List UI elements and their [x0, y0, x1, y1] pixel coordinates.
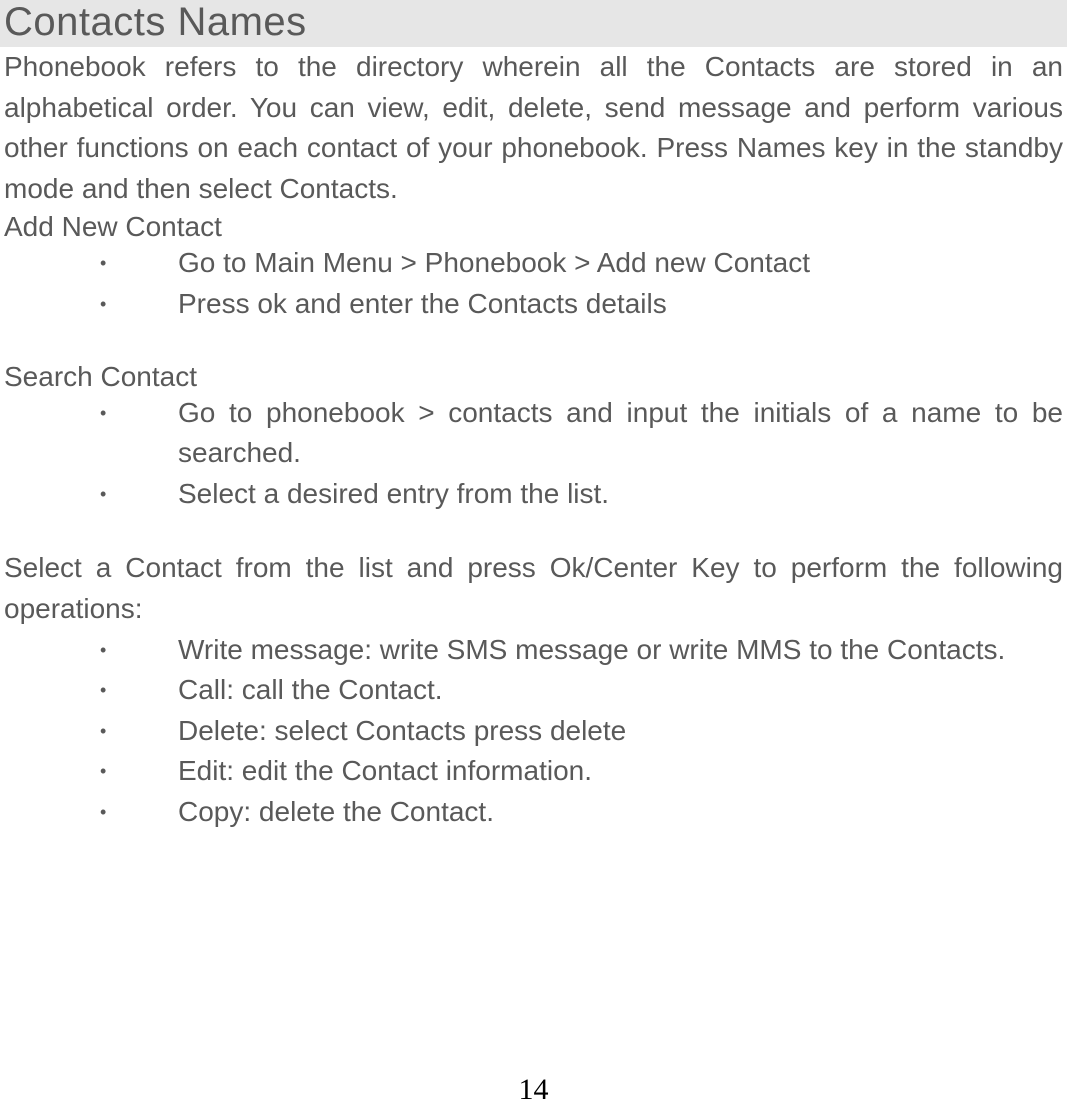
page-number: 14: [0, 1073, 1067, 1107]
list-item: Copy: delete the Contact.: [0, 792, 1063, 833]
operation-text: call the Contact.: [234, 674, 443, 705]
list-item: Press ok and enter the Contacts details: [0, 284, 1063, 325]
title-block: Contacts Names: [0, 0, 1067, 47]
document-page: Contacts Names Phonebook refers to the d…: [0, 0, 1067, 1117]
list-operations: Write message: write SMS message or writ…: [0, 630, 1067, 833]
intro-paragraph: Phonebook refers to the directory wherei…: [0, 47, 1067, 209]
operation-text: delete the Contact.: [251, 796, 494, 827]
list-item: Call: call the Contact.: [0, 670, 1063, 711]
list-item: Edit: edit the Contact information.: [0, 751, 1063, 792]
list-item: Delete: select Contacts press delete: [0, 711, 1063, 752]
spacer: [0, 514, 1067, 548]
subhead-search-contact: Search Contact: [0, 361, 1067, 393]
list-item: Go to phonebook > contacts and input the…: [0, 393, 1063, 474]
spacer: [0, 325, 1067, 359]
operation-label: Call:: [178, 674, 234, 705]
operation-text: write SMS message or write MMS to the Co…: [372, 634, 1005, 665]
list-item: Select a desired entry from the list.: [0, 474, 1063, 515]
operation-label: Edit:: [178, 755, 234, 786]
operation-text: select Contacts press delete: [267, 715, 627, 746]
list-search-contact: Go to phonebook > contacts and input the…: [0, 393, 1067, 515]
subhead-add-new-contact: Add New Contact: [0, 211, 1067, 243]
operation-label: Delete:: [178, 715, 267, 746]
operation-label: Write message:: [178, 634, 372, 665]
operation-label: Copy:: [178, 796, 251, 827]
list-item: Write message: write SMS message or writ…: [0, 630, 1063, 671]
operations-intro: Select a Contact from the list and press…: [0, 548, 1067, 629]
page-title: Contacts Names: [4, 0, 307, 44]
list-item: Go to Main Menu > Phonebook > Add new Co…: [0, 243, 1063, 284]
list-add-new-contact: Go to Main Menu > Phonebook > Add new Co…: [0, 243, 1067, 324]
operation-text: edit the Contact information.: [234, 755, 592, 786]
